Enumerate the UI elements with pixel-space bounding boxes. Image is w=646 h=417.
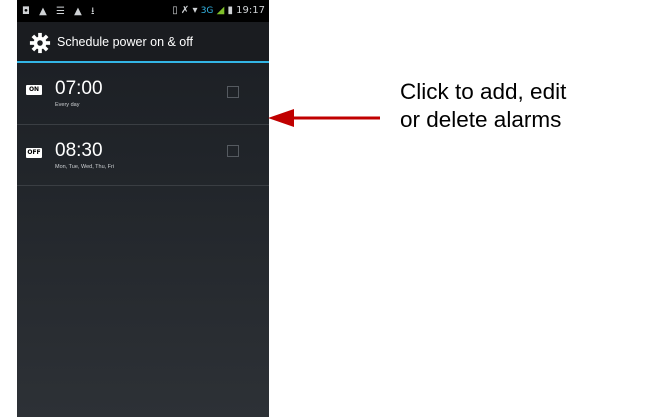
pointer-arrow [268, 109, 380, 127]
clock: 19:17 [236, 5, 265, 16]
annotation-line-2: or delete alarms [400, 107, 562, 132]
enable-checkbox[interactable] [227, 145, 239, 157]
annotation-line-1: Click to add, edit [400, 79, 567, 104]
status-icons: ▯ ✗ ▾ [172, 5, 198, 16]
schedule-row-off[interactable]: OFF 08:30 Mon, Tue, Wed, Thu, Fri [17, 125, 269, 186]
network-type: 3G [200, 6, 214, 16]
schedule-time: 07:00 [55, 78, 103, 99]
page-title: Schedule power on & off [57, 35, 193, 49]
schedule-days: Mon, Tue, Wed, Thu, Fri [55, 164, 115, 170]
battery-icon: ▮ [227, 5, 233, 16]
schedule-row-on[interactable]: ON 07:00 Every day [17, 64, 269, 125]
annotation-text: Click to add, edit or delete alarms [400, 78, 640, 134]
signal-icon: ◢ [216, 5, 225, 16]
power-on-badge: ON [26, 85, 42, 95]
phone-screen: ◘ ▲ ☰ ▲ ⭳ ▯ ✗ ▾ 3G ◢ ▮ 19:17 Schedule po… [17, 0, 269, 417]
status-bar: ◘ ▲ ☰ ▲ ⭳ ▯ ✗ ▾ 3G ◢ ▮ 19:17 [17, 0, 269, 22]
system-icons: ▯ ✗ ▾ 3G ◢ ▮ 19:17 [172, 5, 265, 16]
power-off-badge: OFF [26, 148, 42, 158]
schedule-days: Every day [55, 102, 80, 108]
action-bar: Schedule power on & off [17, 22, 269, 63]
schedule-time: 08:30 [55, 140, 103, 161]
enable-checkbox[interactable] [227, 86, 239, 98]
notification-icons: ◘ ▲ ☰ ▲ ⭳ [22, 6, 98, 17]
gear-icon[interactable] [29, 32, 51, 54]
